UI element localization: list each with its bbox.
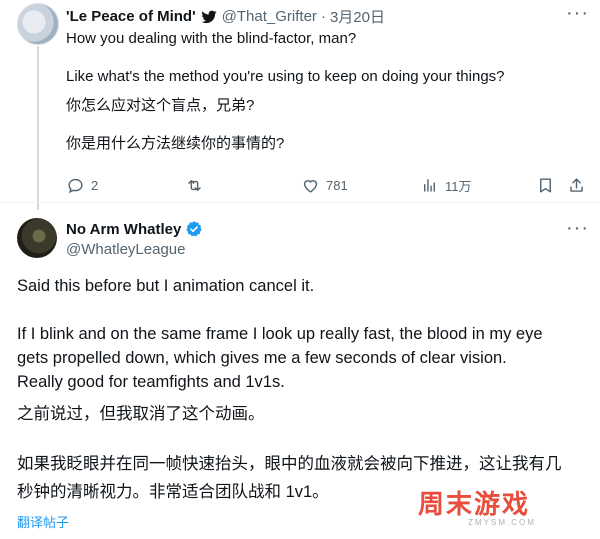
tweet-text-line: If I blink and on the same frame I look … xyxy=(17,325,543,343)
watermark-url: ZMYSM.COM xyxy=(468,518,536,527)
tweet-text-line: Said this before but I animation cancel … xyxy=(17,277,315,295)
share-icon xyxy=(570,178,583,192)
tweet-text-line: 秒钟的清晰视力。非常适合团队战和 1v1。 xyxy=(17,483,329,501)
tweet-text-line: Really good for teamfights and 1v1s. xyxy=(17,373,285,391)
like-count: 781 xyxy=(326,178,348,193)
heart-icon xyxy=(303,180,318,193)
tweet-text-line: Like what's the method you're using to k… xyxy=(66,68,505,85)
retweet-icon xyxy=(188,180,201,191)
verified-badge-icon xyxy=(186,221,203,237)
display-name[interactable]: No Arm Whatley xyxy=(66,221,181,238)
tweet-text-line: 之前说过，但我取消了这个动画。 xyxy=(17,405,265,423)
tweet1-header: 'Le Peace of Mind' @That_Grifter · 3月20日 xyxy=(66,6,385,27)
views-button[interactable]: 11万 xyxy=(420,176,472,195)
reply-count: 2 xyxy=(91,178,99,193)
views-count: 11万 xyxy=(445,179,472,194)
tweet-text-line: gets propelled down, which gives me a fe… xyxy=(17,349,507,367)
tweet-text-line: 如果我眨眼并在同一帧快速抬头，眼中的血液就会被向下推进，这让我有几 xyxy=(17,455,562,473)
reply-icon xyxy=(68,178,83,194)
tweet-text-line: 你是用什么方法继续你的事情的? xyxy=(66,135,285,152)
tweet-text-line: How you dealing with the blind-factor, m… xyxy=(66,30,357,47)
handle[interactable]: @That_Grifter xyxy=(222,8,317,25)
more-icon[interactable]: ··· xyxy=(566,2,589,25)
avatar[interactable] xyxy=(17,218,57,258)
views-icon xyxy=(424,179,435,192)
handle[interactable]: @WhatleyLeague xyxy=(66,241,185,258)
watermark-logo: 周末游戏 ZMYSM.COM xyxy=(418,490,586,532)
watermark-text: 周末游戏 xyxy=(418,489,531,519)
display-name[interactable]: 'Le Peace of Mind' xyxy=(66,8,196,25)
retweet-button[interactable] xyxy=(185,176,204,195)
tweet-text-line: 你怎么应对这个盲点，兄弟? xyxy=(66,97,255,114)
like-button[interactable]: 781 xyxy=(301,176,348,195)
thread-line xyxy=(37,46,39,210)
timestamp[interactable]: 3月20日 xyxy=(330,6,385,27)
avatar[interactable] xyxy=(17,3,59,45)
share-button[interactable] xyxy=(567,176,586,195)
reply-button[interactable]: 2 xyxy=(66,176,98,195)
more-icon[interactable]: ··· xyxy=(566,217,589,240)
bookmark-icon xyxy=(540,178,551,193)
divider xyxy=(0,202,600,203)
tweet2-header: No Arm Whatley xyxy=(66,220,203,238)
bookmark-button[interactable] xyxy=(536,176,555,195)
verified-icon xyxy=(201,10,217,23)
translate-post-link[interactable]: 翻译帖子 xyxy=(17,512,69,531)
separator: · xyxy=(320,8,326,25)
